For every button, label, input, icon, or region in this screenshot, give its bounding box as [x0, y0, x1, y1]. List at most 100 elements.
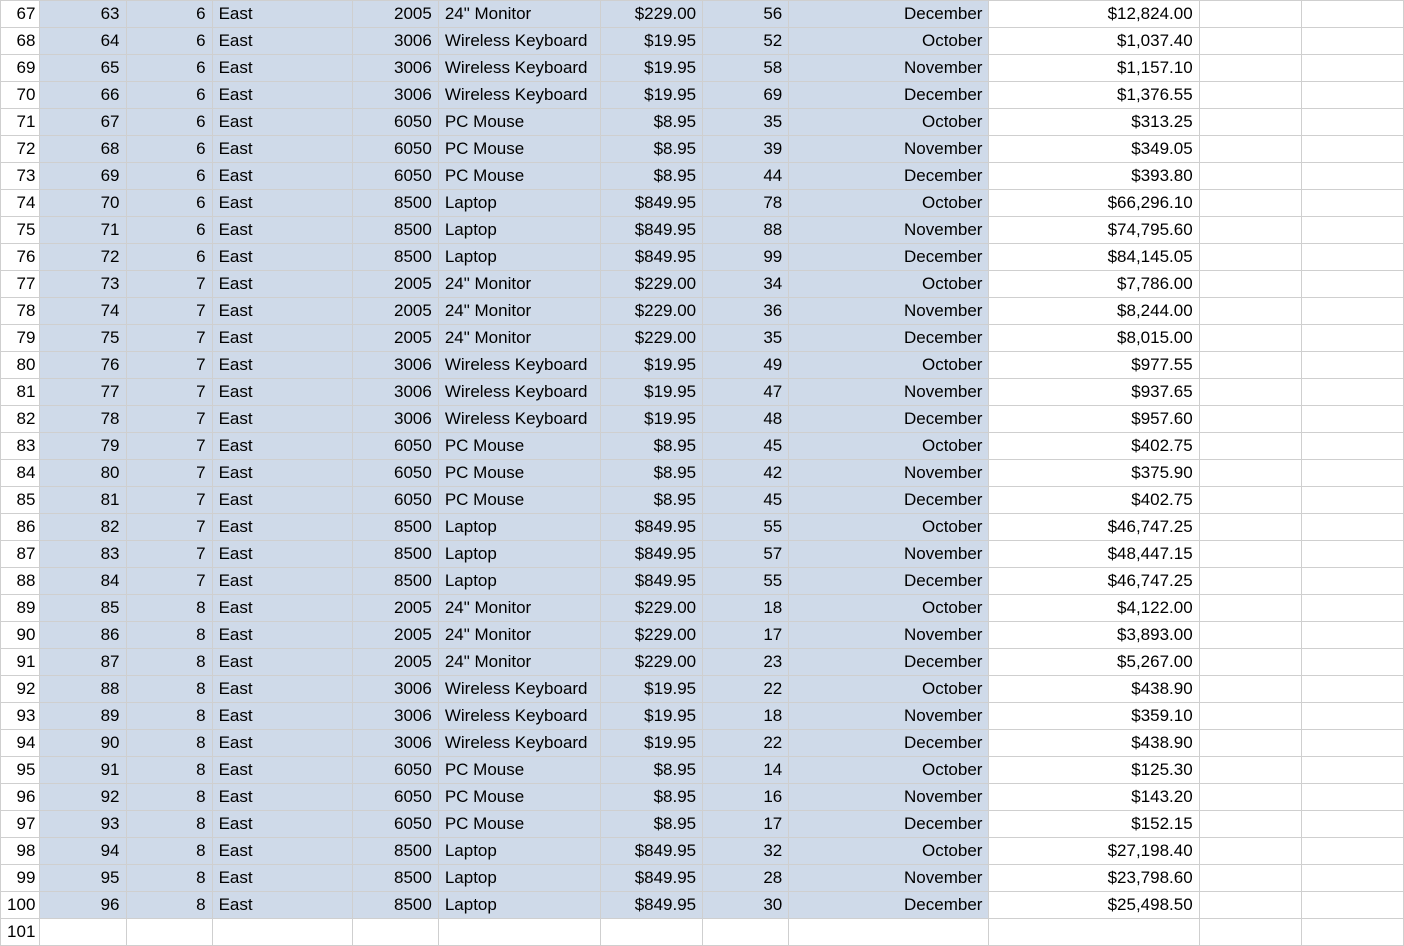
cell-region[interactable]: East: [212, 730, 352, 757]
cell-month[interactable]: November: [789, 703, 989, 730]
cell-product[interactable]: PC Mouse: [438, 757, 600, 784]
cell-code[interactable]: 3006: [352, 352, 438, 379]
cell-rep[interactable]: 6: [126, 55, 212, 82]
cell-empty[interactable]: [1199, 811, 1301, 838]
row-header[interactable]: 81: [1, 379, 40, 406]
cell-price[interactable]: $849.95: [601, 838, 703, 865]
cell-code[interactable]: 2005: [352, 649, 438, 676]
cell-empty[interactable]: [1199, 271, 1301, 298]
cell-month[interactable]: October: [789, 28, 989, 55]
cell-rep[interactable]: 7: [126, 487, 212, 514]
cell-empty[interactable]: [1301, 703, 1403, 730]
cell-id[interactable]: 95: [40, 865, 126, 892]
cell-rep[interactable]: 7: [126, 460, 212, 487]
table-row[interactable]: 82787East3006Wireless Keyboard$19.9548De…: [1, 406, 1404, 433]
cell-qty[interactable]: 34: [703, 271, 789, 298]
cell-empty[interactable]: [1301, 568, 1403, 595]
cell-month[interactable]: October: [789, 838, 989, 865]
cell-code[interactable]: 6050: [352, 487, 438, 514]
cell-price[interactable]: $19.95: [601, 379, 703, 406]
cell-qty[interactable]: 23: [703, 649, 789, 676]
cell-product[interactable]: PC Mouse: [438, 433, 600, 460]
table-row[interactable]: 75716East8500Laptop$849.9588November$74,…: [1, 217, 1404, 244]
row-header[interactable]: 69: [1, 55, 40, 82]
cell-total[interactable]: $1,157.10: [989, 55, 1199, 82]
cell-month[interactable]: October: [789, 352, 989, 379]
table-row[interactable]: 97938East6050PC Mouse$8.9517December$152…: [1, 811, 1404, 838]
row-header[interactable]: 75: [1, 217, 40, 244]
cell-product[interactable]: 24" Monitor: [438, 298, 600, 325]
cell-product[interactable]: PC Mouse: [438, 784, 600, 811]
table-row[interactable]: 73696East6050PC Mouse$8.9544December$393…: [1, 163, 1404, 190]
cell-empty[interactable]: [1301, 649, 1403, 676]
cell-price[interactable]: $229.00: [601, 595, 703, 622]
table-row[interactable]: 99958East8500Laptop$849.9528November$23,…: [1, 865, 1404, 892]
cell-month[interactable]: December: [789, 649, 989, 676]
cell-qty[interactable]: 45: [703, 487, 789, 514]
cell-rep[interactable]: 8: [126, 811, 212, 838]
table-row[interactable]: 67636East200524" Monitor$229.0056Decembe…: [1, 1, 1404, 28]
cell-empty[interactable]: [1199, 757, 1301, 784]
cell-qty[interactable]: 88: [703, 217, 789, 244]
cell-qty[interactable]: 28: [703, 865, 789, 892]
cell-id[interactable]: 86: [40, 622, 126, 649]
table-row[interactable]: 84807East6050PC Mouse$8.9542November$375…: [1, 460, 1404, 487]
cell-empty[interactable]: [1199, 703, 1301, 730]
cell-empty[interactable]: [1301, 811, 1403, 838]
cell-month[interactable]: December: [789, 325, 989, 352]
cell-price[interactable]: $849.95: [601, 514, 703, 541]
cell-month[interactable]: December: [789, 811, 989, 838]
cell-rep[interactable]: 6: [126, 163, 212, 190]
cell-product[interactable]: Laptop: [438, 568, 600, 595]
cell-total[interactable]: $402.75: [989, 433, 1199, 460]
cell-empty[interactable]: [1199, 514, 1301, 541]
cell-region[interactable]: East: [212, 271, 352, 298]
cell-price[interactable]: $8.95: [601, 460, 703, 487]
cell-qty[interactable]: 22: [703, 730, 789, 757]
cell-total[interactable]: $143.20: [989, 784, 1199, 811]
cell-price[interactable]: $849.95: [601, 568, 703, 595]
cell-price[interactable]: $8.95: [601, 487, 703, 514]
cell-code[interactable]: 2005: [352, 622, 438, 649]
cell-price[interactable]: $8.95: [601, 136, 703, 163]
cell-code[interactable]: 3006: [352, 379, 438, 406]
cell-price[interactable]: $229.00: [601, 649, 703, 676]
cell-product[interactable]: 24" Monitor: [438, 595, 600, 622]
cell-qty[interactable]: 42: [703, 460, 789, 487]
cell-empty[interactable]: [40, 919, 126, 946]
cell-month[interactable]: December: [789, 892, 989, 919]
table-row[interactable]: 93898East3006Wireless Keyboard$19.9518No…: [1, 703, 1404, 730]
cell-region[interactable]: East: [212, 703, 352, 730]
cell-rep[interactable]: 8: [126, 649, 212, 676]
table-row[interactable]: 69656East3006Wireless Keyboard$19.9558No…: [1, 55, 1404, 82]
cell-empty[interactable]: [352, 919, 438, 946]
cell-rep[interactable]: 6: [126, 109, 212, 136]
cell-product[interactable]: Wireless Keyboard: [438, 82, 600, 109]
cell-region[interactable]: East: [212, 676, 352, 703]
cell-id[interactable]: 67: [40, 109, 126, 136]
cell-region[interactable]: East: [212, 82, 352, 109]
table-row[interactable]: 72686East6050PC Mouse$8.9539November$349…: [1, 136, 1404, 163]
spreadsheet-grid[interactable]: 67636East200524" Monitor$229.0056Decembe…: [0, 0, 1404, 946]
row-header[interactable]: 80: [1, 352, 40, 379]
cell-total[interactable]: $46,747.25: [989, 568, 1199, 595]
cell-price[interactable]: $229.00: [601, 271, 703, 298]
cell-rep[interactable]: 6: [126, 1, 212, 28]
cell-id[interactable]: 76: [40, 352, 126, 379]
table-row[interactable]: 78747East200524" Monitor$229.0036Novembe…: [1, 298, 1404, 325]
cell-price[interactable]: $19.95: [601, 352, 703, 379]
cell-rep[interactable]: 8: [126, 892, 212, 919]
cell-empty[interactable]: [1301, 217, 1403, 244]
cell-region[interactable]: East: [212, 190, 352, 217]
cell-month[interactable]: November: [789, 379, 989, 406]
row-header[interactable]: 74: [1, 190, 40, 217]
row-header[interactable]: 93: [1, 703, 40, 730]
row-header[interactable]: 94: [1, 730, 40, 757]
row-header[interactable]: 99: [1, 865, 40, 892]
cell-qty[interactable]: 17: [703, 622, 789, 649]
cell-product[interactable]: Wireless Keyboard: [438, 730, 600, 757]
cell-price[interactable]: $8.95: [601, 109, 703, 136]
cell-product[interactable]: Wireless Keyboard: [438, 676, 600, 703]
cell-empty[interactable]: [703, 919, 789, 946]
row-header[interactable]: 78: [1, 298, 40, 325]
